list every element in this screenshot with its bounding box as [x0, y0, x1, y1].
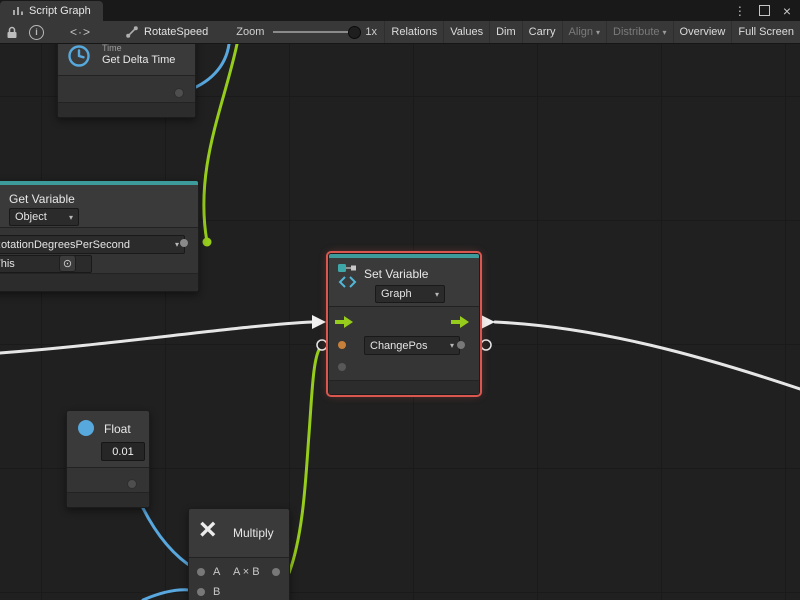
variable-scope-dropdown[interactable]: Object ▾ [9, 208, 79, 226]
tab-bar: Script Graph ⋮ × [0, 0, 800, 21]
variable-name: ChangePos [370, 340, 428, 352]
full-screen-button[interactable]: Full Screen [731, 21, 800, 43]
flow-in-arrow[interactable] [335, 315, 353, 329]
input-b-port[interactable] [197, 588, 205, 596]
relations-label: Relations [391, 26, 437, 38]
zoom-slider-track[interactable] [273, 31, 359, 33]
value-output-port[interactable] [457, 341, 465, 349]
carry-label: Carry [529, 26, 556, 38]
lock-icon[interactable] [6, 26, 18, 39]
port-toggle-icon[interactable]: <·> [70, 25, 91, 39]
value-input-port[interactable] [338, 341, 346, 349]
graph-name-breadcrumb[interactable]: RotateSpeed [144, 26, 208, 38]
variable-name-dropdown[interactable]: ChangePos ▾ [364, 336, 460, 355]
caret-down-icon: ▾ [444, 341, 454, 350]
overview-button[interactable]: Overview [673, 21, 732, 43]
distribute-button[interactable]: Distribute ▾ [606, 21, 672, 43]
node-accent-bar [329, 254, 479, 258]
overview-label: Overview [680, 26, 726, 38]
input-a-port[interactable] [197, 568, 205, 576]
align-label: Align [569, 26, 593, 38]
node-set-variable[interactable]: Set Variable Graph ▾ ChangePos ▾ [328, 253, 480, 395]
output-label: A × B [233, 566, 260, 578]
align-button[interactable]: Align▾ [562, 21, 606, 43]
target-object-value: This [0, 258, 15, 270]
node-footer [0, 273, 198, 291]
scope-value: Graph [381, 288, 412, 300]
node-get-variable[interactable]: Get Variable Object ▾ RotationDegreesPer… [0, 180, 199, 292]
multiply-icon: × [199, 517, 217, 543]
object-picker-icon[interactable]: ⊙ [59, 255, 76, 272]
node-footer [67, 492, 149, 507]
node-title: Get Delta Time [102, 54, 175, 66]
target-object-field[interactable]: This ⊙ [0, 255, 92, 273]
set-variable-icon [337, 262, 359, 292]
dim-label: Dim [496, 26, 516, 38]
zoom-slider-knob[interactable] [348, 26, 361, 39]
close-icon[interactable]: × [783, 4, 791, 18]
zoom-label: Zoom [236, 26, 264, 38]
node-title: Get Variable [9, 192, 75, 206]
clock-icon [67, 44, 91, 71]
value-output-port[interactable] [180, 239, 188, 247]
fallback-input-port[interactable] [338, 363, 346, 371]
variable-name: RotationDegreesPerSecond [0, 239, 130, 251]
node-title: Float [104, 422, 131, 436]
relations-button[interactable]: Relations [384, 21, 443, 43]
caret-down-icon: ▾ [169, 240, 179, 249]
float-value-field[interactable]: 0.01 [101, 442, 145, 461]
node-get-delta-time[interactable]: Time Get Delta Time [57, 44, 196, 118]
unity-script-graph-window: Script Graph ⋮ × i <·> RotateSpeed Zoom [0, 0, 800, 600]
maximize-icon[interactable] [759, 5, 770, 16]
flow-out-arrow[interactable] [451, 315, 469, 329]
graph-asset-icon [125, 25, 139, 39]
script-graph-tab-icon [12, 5, 24, 17]
values-label: Values [450, 26, 483, 38]
graph-toolbar: i <·> RotateSpeed Zoom 1x Relations Valu… [0, 21, 800, 44]
caret-down-icon: ▾ [663, 28, 667, 37]
output-port[interactable] [174, 88, 184, 98]
zoom-value: 1x [365, 26, 377, 38]
node-footer [329, 380, 479, 394]
node-title: Set Variable [364, 267, 428, 281]
variable-name-dropdown[interactable]: RotationDegreesPerSecond ▾ [0, 235, 185, 254]
distribute-label: Distribute [613, 26, 659, 38]
values-button[interactable]: Values [443, 21, 489, 43]
float-type-icon [78, 420, 94, 436]
input-a-label: A [213, 566, 220, 578]
float-value: 0.01 [112, 446, 133, 458]
output-port[interactable] [127, 479, 137, 489]
info-icon[interactable]: i [29, 25, 44, 40]
caret-down-icon: ▾ [63, 213, 73, 222]
tab-label: Script Graph [29, 5, 91, 17]
kebab-menu-icon[interactable]: ⋮ [734, 5, 746, 17]
variable-scope-dropdown[interactable]: Graph ▾ [375, 285, 445, 303]
full-screen-label: Full Screen [738, 26, 794, 38]
tab-script-graph[interactable]: Script Graph [0, 1, 103, 21]
caret-down-icon: ▾ [429, 290, 439, 299]
node-footer [58, 102, 195, 117]
dim-button[interactable]: Dim [489, 21, 522, 43]
carry-button[interactable]: Carry [522, 21, 562, 43]
graph-canvas[interactable]: Time Get Delta Time Get Variable Object … [0, 44, 800, 600]
node-category: Time [102, 44, 122, 53]
node-title: Multiply [233, 526, 274, 540]
scope-value: Object [15, 211, 47, 223]
node-accent-bar [0, 181, 198, 185]
zoom-slider[interactable] [273, 25, 359, 39]
toolbar-buttons: Relations Values Dim Carry Align▾ Distri… [384, 21, 800, 43]
caret-down-icon: ▾ [596, 28, 600, 37]
window-controls: ⋮ × [734, 0, 800, 21]
output-port[interactable] [272, 568, 280, 576]
node-float[interactable]: Float 0.01 [66, 410, 150, 508]
input-b-label: B [213, 586, 220, 598]
node-multiply[interactable]: × Multiply A A × B B [188, 508, 290, 600]
